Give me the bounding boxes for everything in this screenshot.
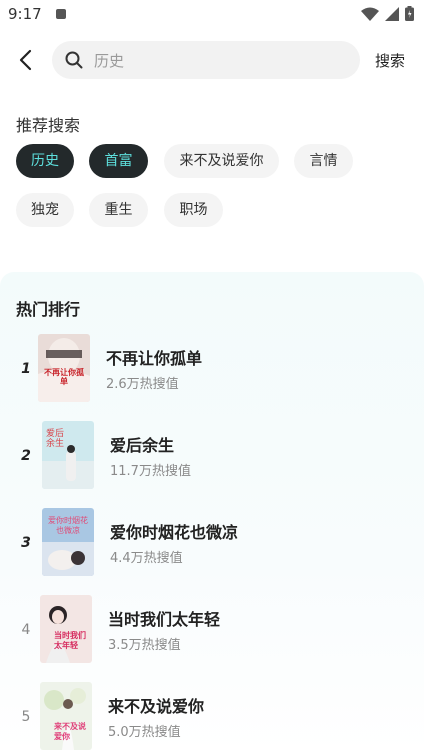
- search-input[interactable]: [92, 41, 346, 81]
- tag-exclusive-love[interactable]: 独宠: [16, 193, 74, 227]
- book-cover: 不再让你孤单: [38, 334, 90, 402]
- rank-number: 3: [21, 535, 31, 551]
- book-title: 爱后余生: [110, 436, 175, 455]
- cover-title: 爱你时烟花也微凉: [48, 516, 88, 535]
- back-arrow-icon[interactable]: [14, 48, 38, 72]
- cover-title: 不再让你孤单: [44, 368, 84, 386]
- hot-ranking-title: 热门排行: [16, 300, 81, 319]
- rank-number: 1: [21, 361, 31, 377]
- rank-number: 2: [21, 448, 31, 464]
- book-heat: 4.4万热搜值: [110, 551, 183, 566]
- ranking-item[interactable]: 4 当时我们太年轻 当时我们太年轻 3.5万热搜值: [0, 594, 424, 664]
- book-cover: 当时我们太年轻: [40, 595, 92, 663]
- cover-title: 爱后余生: [46, 429, 65, 449]
- book-cover: 来不及说爱你: [40, 682, 92, 750]
- tag-too-late-to-say-love[interactable]: 来不及说爱你: [164, 144, 279, 178]
- book-cover: 爱你时烟花也微凉: [42, 508, 94, 576]
- book-title: 不再让你孤单: [106, 349, 203, 368]
- cover-title: 来不及说爱你: [54, 722, 86, 741]
- book-heat: 5.0万热搜值: [108, 725, 181, 740]
- rank-number: 4: [21, 622, 31, 638]
- ranking-item[interactable]: 3 爱你时烟花也微凉 爱你时烟花也微凉 4.4万热搜值: [0, 507, 424, 577]
- status-icons: [361, 6, 414, 21]
- notification-icon: [56, 9, 66, 19]
- book-title: 爱你时烟花也微凉: [110, 523, 239, 542]
- tag-history[interactable]: 历史: [16, 144, 74, 178]
- book-cover: 爱后余生: [42, 421, 94, 489]
- status-time: 9:17: [8, 5, 42, 23]
- recommend-title: 推荐搜索: [16, 116, 81, 135]
- ranking-item[interactable]: 5 来不及说爱你 来不及说爱你 5.0万热搜值: [0, 681, 424, 751]
- tag-workplace[interactable]: 职场: [164, 193, 223, 227]
- hot-ranking-panel: 热门排行 1 不再让你孤单 不再让你孤单 2.6万热搜值 2 爱后余生 爱后余生…: [0, 272, 424, 753]
- book-title: 来不及说爱你: [108, 697, 205, 716]
- book-heat: 3.5万热搜值: [108, 638, 181, 653]
- battery-icon: [405, 6, 414, 21]
- search-button[interactable]: 搜索: [375, 50, 405, 71]
- signal-icon: [385, 6, 399, 21]
- ranking-item[interactable]: 2 爱后余生 爱后余生 11.7万热搜值: [0, 420, 424, 490]
- book-title: 当时我们太年轻: [108, 610, 221, 629]
- cover-title: 当时我们太年轻: [54, 631, 86, 650]
- book-heat: 11.7万热搜值: [110, 464, 191, 479]
- wifi-icon: [361, 7, 379, 21]
- tag-rebirth[interactable]: 重生: [89, 193, 148, 227]
- search-icon: [65, 51, 83, 69]
- status-bar: 9:17: [0, 0, 424, 30]
- rank-number: 5: [21, 709, 31, 725]
- ranking-item[interactable]: 1 不再让你孤单 不再让你孤单 2.6万热搜值: [0, 333, 424, 403]
- search-box[interactable]: [52, 41, 360, 81]
- tag-richest[interactable]: 首富: [89, 144, 148, 178]
- search-header: 搜索: [0, 38, 424, 82]
- tag-romance[interactable]: 言情: [294, 144, 353, 178]
- book-heat: 2.6万热搜值: [106, 377, 179, 392]
